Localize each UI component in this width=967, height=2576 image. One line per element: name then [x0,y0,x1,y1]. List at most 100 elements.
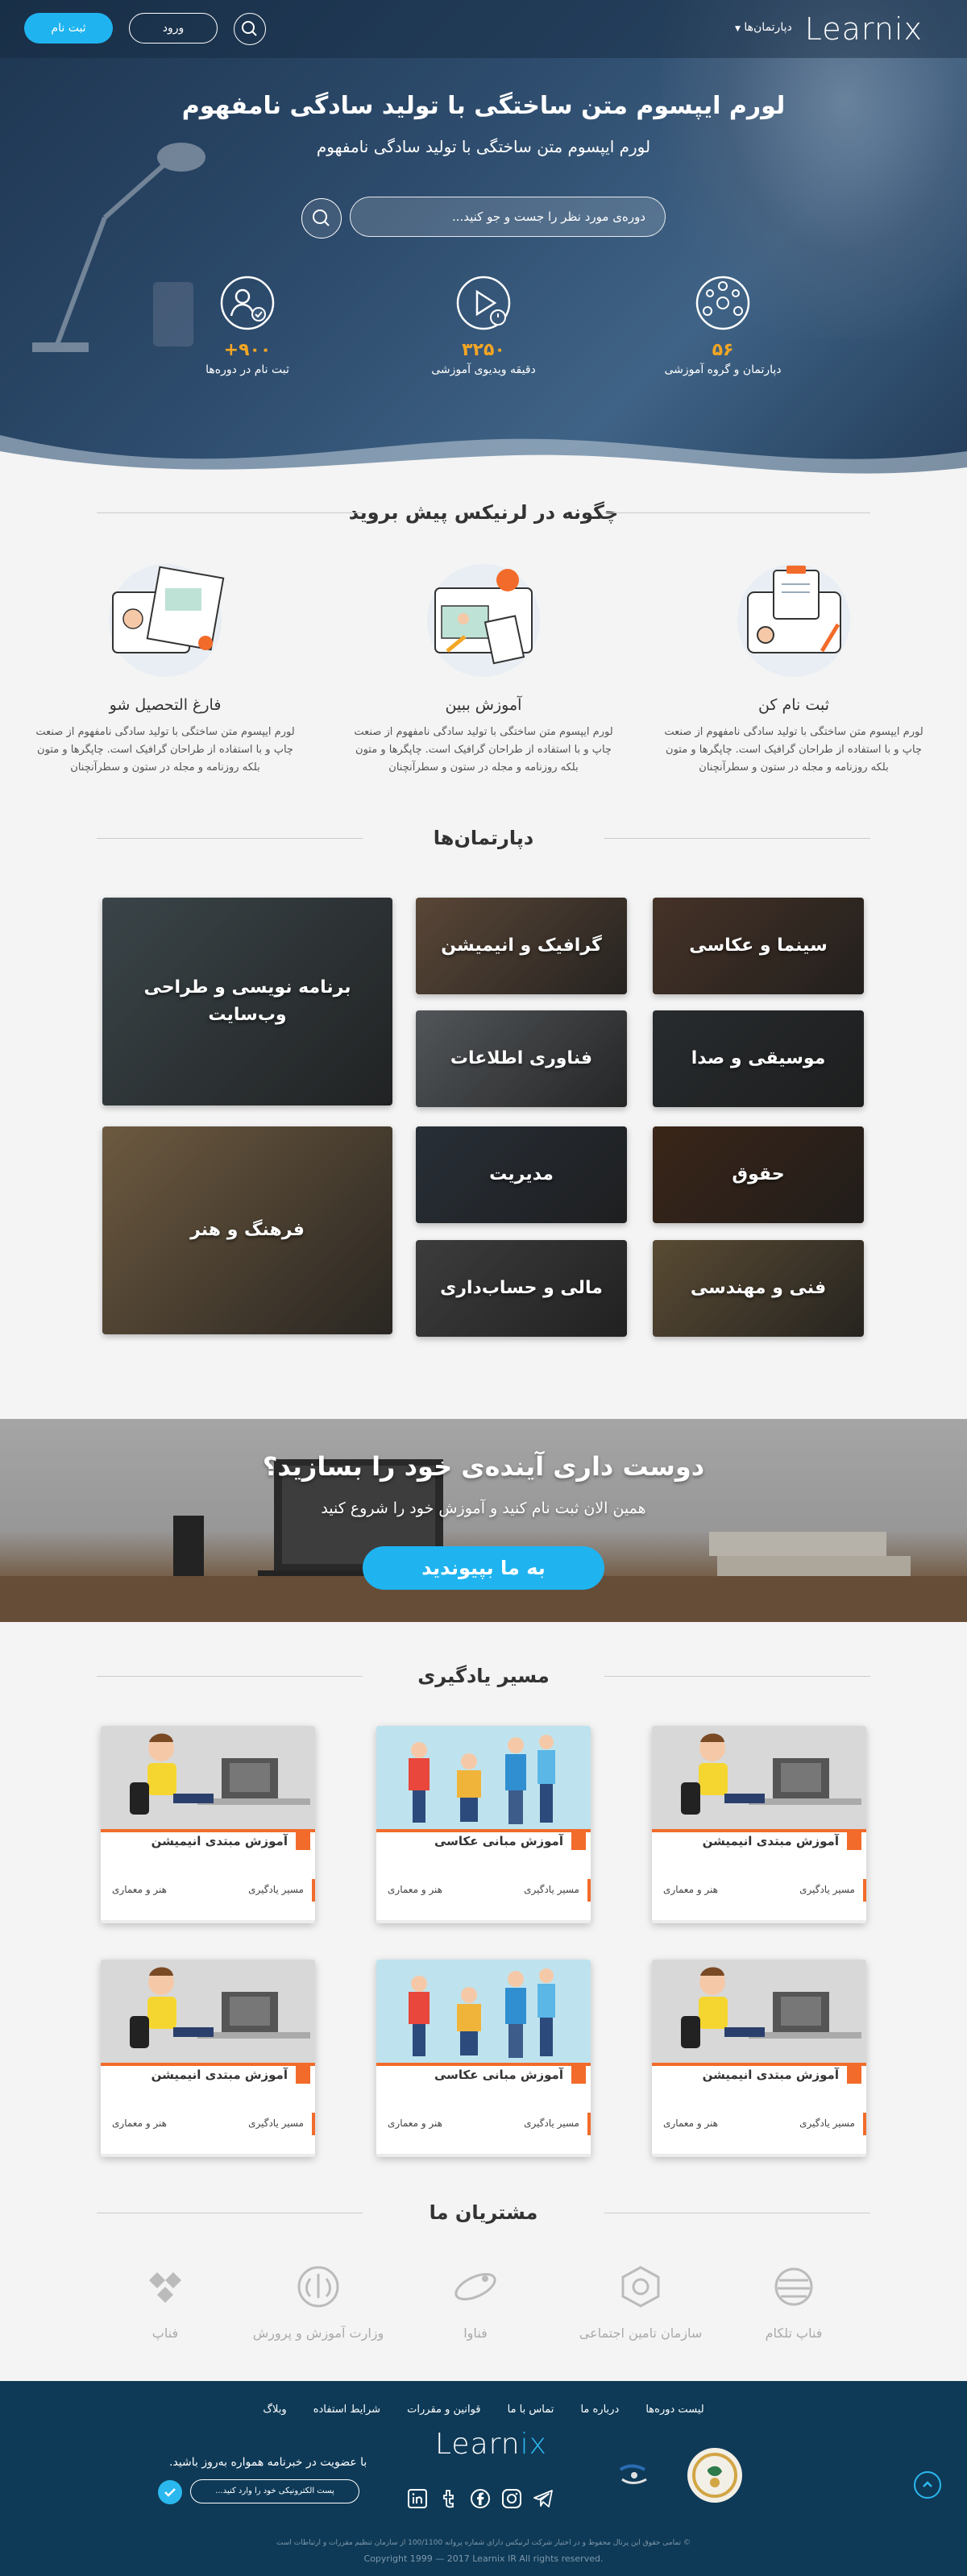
client-logo[interactable]: فناپ [93,2263,238,2341]
enamad-seal-icon[interactable] [685,2445,745,2505]
path-accent [863,2113,866,2135]
course-divider [376,1829,591,1832]
hero-subtitle: لورم ایپسوم متن ساختگی با تولید سادگی نا… [316,137,651,156]
step-description: لورم ایپسوم متن ساختگی با تولید سادگی نا… [664,726,923,774]
course-image [101,1960,315,2064]
course-card[interactable]: آموزش مبانی عکاسی مسیر یادگیری هنر و معم… [376,1726,591,1923]
signup-button[interactable]: ثبت نام [24,13,113,44]
header-search-button[interactable] [234,13,266,45]
dept-music-sound[interactable]: موسیقی و صدا [653,1010,864,1107]
footer-link-rules[interactable]: قوانین و مقررات [407,2404,480,2416]
bookmark-icon[interactable] [847,2066,861,2084]
footer-link-about[interactable]: درباره ما [580,2404,619,2416]
footer-logo-accent: ix [520,2428,547,2461]
copyright-fa: © تمامی حقوق این پرتال محفوظ و در اختیار… [276,2539,691,2547]
course-path-label: مسیر یادگیری [524,1884,579,1895]
chevron-down-icon: ▼ [735,25,741,33]
join-title: دوست داری آینده‌ی خود را بسازید؟ [262,1451,705,1482]
department-label: برنامه نویسی و طراحی وب‌سایت [143,977,351,1025]
departments-menu[interactable]: دپارتمان‌ها ▼ [735,21,792,34]
client-name: فناوا [463,2325,488,2341]
newsletter-submit-button[interactable] [158,2480,182,2504]
course-path-label: مسیر یادگیری [799,2118,855,2129]
group-network-icon [695,276,750,330]
course-search-input[interactable]: دوره‌ی مورد نظر را جست و جو کنید... [350,197,666,237]
learning-path-heading: مسیر یادگیری [97,1665,870,1687]
footer-link-blog[interactable]: وبلاگ [263,2404,286,2416]
step-description: لورم ایپسوم متن ساختگی با تولید سادگی نا… [35,726,295,774]
department-label: فناوری اطلاعات [450,1048,593,1068]
footer-logo[interactable]: Learnix [435,2428,547,2461]
dept-graphic-animation[interactable]: گرافیک و انیمیشن [416,898,627,994]
footer-link-terms[interactable]: شرایط استفاده [313,2404,380,2416]
registration-illustration [737,564,850,677]
bookmark-icon[interactable] [296,2066,310,2084]
course-card[interactable]: آموزش مبانی عکاسی مسیر یادگیری هنر و معم… [376,1960,591,2157]
course-title: آموزش مبانی عکاسی [434,1834,563,1848]
step-title: فارغ التحصیل شو [109,696,222,714]
course-category: هنر و معماری [388,1884,442,1895]
path-accent [587,2113,591,2135]
path-accent [587,1879,591,1902]
scroll-to-top-button[interactable] [914,2471,941,2499]
dept-management[interactable]: مدیریت [416,1126,627,1223]
client-name: وزارت آموزش و پرورش [252,2325,384,2341]
bookmark-icon[interactable] [847,1832,861,1850]
bookmark-icon[interactable] [571,2066,586,2084]
department-label: فرهنگ و هنر [190,1220,305,1240]
linkedin-icon[interactable] [407,2488,428,2509]
emblem-icon [621,2266,660,2308]
join-button[interactable]: به ما بپیوندید [363,1546,604,1590]
login-button[interactable]: ورود [129,13,218,44]
dept-culture-art[interactable]: فرهنگ و هنر [102,1126,392,1334]
client-logo[interactable]: سازمان تامین اجتماعی [568,2263,713,2341]
card-footer-line [376,1920,591,1923]
clients-heading: مشتریان ما [97,2201,870,2224]
client-logo[interactable]: وزارت آموزش و پرورش [246,2263,391,2341]
dept-engineering[interactable]: فنی و مهندسی [653,1240,864,1337]
learning-illustration [427,564,540,677]
newsletter-email-input[interactable]: پست الکترونیکی خود را وارد کنید... [190,2479,359,2503]
footer-link-courses[interactable]: لیست دوره‌ها [645,2404,703,2416]
sphere-icon [774,2267,813,2306]
course-image [376,1726,591,1831]
bookmark-icon[interactable] [571,1832,586,1850]
course-card[interactable]: آموزش مبتدی انیمیشن مسیر یادگیری هنر و م… [652,1960,866,2157]
photographers-illustration [376,1726,591,1831]
dept-finance-accounting[interactable]: مالی و حساب‌داری [416,1240,627,1337]
bookmark-icon[interactable] [296,1832,310,1850]
course-card[interactable]: آموزش مبتدی انیمیشن مسیر یادگیری هنر و م… [652,1726,866,1923]
course-search-button[interactable] [301,198,342,239]
course-divider [101,2063,315,2066]
client-logo[interactable]: فناوا [403,2263,548,2341]
facebook-icon[interactable] [470,2488,491,2509]
animator-desk-illustration [101,1960,315,2064]
department-label: سینما و عکاسی [689,935,828,956]
card-footer-line [101,1920,315,1923]
footer-link-contact[interactable]: تماس با ما [508,2404,554,2416]
telegram-icon[interactable] [533,2488,554,2509]
dept-programming-web[interactable]: برنامه نویسی و طراحی وب‌سایت [102,898,392,1105]
animator-desk-illustration [652,1726,866,1831]
site-logo[interactable]: Learnix [805,11,923,47]
course-category: هنر و معماری [112,1884,167,1895]
course-card[interactable]: آموزش مبتدی انیمیشن مسیر یادگیری هنر و م… [101,1726,315,1923]
course-category: هنر و معماری [663,2118,718,2129]
dept-law[interactable]: حقوق [653,1126,864,1223]
tumblr-icon[interactable] [438,2488,459,2509]
samandehi-seal-icon[interactable] [604,2445,664,2505]
hero-section: Learnix دپارتمان‌ها ▼ ثبت نام ورود لورم … [0,0,967,492]
client-name: فناپ [151,2325,179,2341]
course-divider [652,1829,866,1832]
photographers-illustration [376,1960,591,2064]
instagram-icon[interactable] [501,2488,522,2509]
dept-it[interactable]: فناوری اطلاعات [416,1010,627,1107]
dept-cinema-photo[interactable]: سینما و عکاسی [653,898,864,994]
newsletter-text: با عضویت در خبرنامه همواره به‌روز باشید. [169,2456,367,2469]
course-card[interactable]: آموزش مبتدی انیمیشن مسیر یادگیری هنر و م… [101,1960,315,2157]
join-subtitle: همین الان ثبت نام کنید و آموزش خود را شر… [321,1500,646,1517]
card-footer-line [101,2154,315,2157]
department-label: گرافیک و انیمیشن [441,935,602,956]
iran-emblem-icon [297,2266,339,2308]
client-logo[interactable]: فناپ تلکام [721,2263,866,2341]
